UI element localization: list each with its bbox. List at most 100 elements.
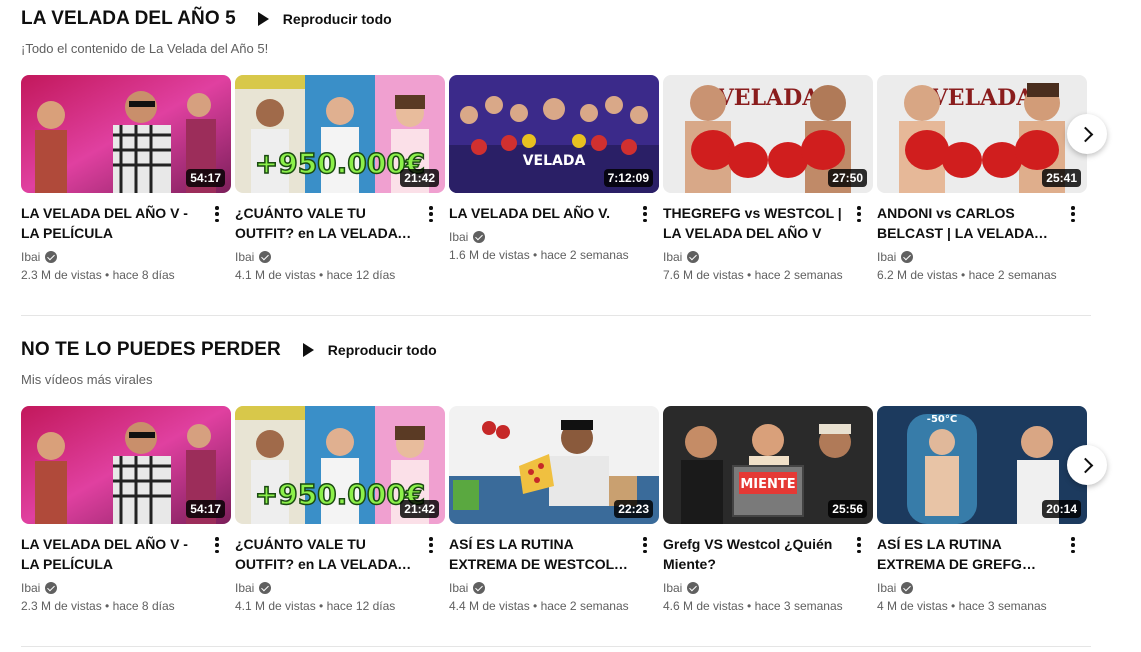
channel-name[interactable]: Ibai bbox=[235, 249, 419, 265]
video-title[interactable]: ¿CUÁNTO VALE TU OUTFIT? en LA VELADA DEL… bbox=[235, 534, 419, 574]
shelf-title[interactable]: LA VELADA DEL AÑO 5 bbox=[21, 8, 236, 30]
shelf-divider bbox=[21, 646, 1091, 647]
video-card[interactable]: VELADA 27:50 THEGREFG vs WESTCOL | LA VE… bbox=[663, 75, 873, 284]
more-vert-icon[interactable] bbox=[637, 535, 653, 555]
verified-check-icon bbox=[473, 231, 486, 243]
video-thumbnail[interactable]: VELADA 7:12:09 bbox=[449, 75, 659, 193]
chevron-right-icon bbox=[1077, 457, 1093, 473]
video-row: 54:17 LA VELADA DEL AÑO V - LA PELÍCULA … bbox=[21, 75, 1107, 287]
svg-text:VELADA: VELADA bbox=[930, 85, 1034, 111]
video-duration: 27:50 bbox=[828, 169, 867, 187]
video-thumbnail[interactable]: +950.000€ 21:42 bbox=[235, 406, 445, 524]
verified-check-icon bbox=[259, 582, 272, 594]
video-stats: 4.6 M de vistas • hace 3 semanas bbox=[663, 599, 843, 613]
shelf-subtitle: ¡Todo el contenido de La Velada del Año … bbox=[21, 41, 269, 56]
video-thumbnail[interactable]: +950.000€ 21:42 bbox=[235, 75, 445, 193]
svg-text:MIENTE: MIENTE bbox=[740, 477, 795, 492]
video-thumbnail[interactable]: 54:17 bbox=[21, 406, 231, 524]
channel-name[interactable]: Ibai bbox=[21, 580, 205, 596]
video-duration: 20:14 bbox=[1042, 500, 1081, 518]
more-vert-icon[interactable] bbox=[851, 535, 867, 555]
video-duration: 21:42 bbox=[400, 500, 439, 518]
next-button[interactable] bbox=[1067, 445, 1107, 485]
more-vert-icon[interactable] bbox=[851, 204, 867, 224]
channel-name[interactable]: Ibai bbox=[449, 229, 633, 245]
video-title[interactable]: ANDONI vs CARLOS BELCAST | LA VELADA DEL… bbox=[877, 203, 1061, 243]
verified-check-icon bbox=[45, 251, 58, 263]
video-thumbnail[interactable]: MIENTE 25:56 bbox=[663, 406, 873, 524]
video-row: 54:17 LA VELADA DEL AÑO V - LA PELÍCULA … bbox=[21, 406, 1107, 618]
video-card[interactable]: -50°C 20:14 ASÍ ES LA RUTINA EXTREMA DE … bbox=[877, 406, 1087, 615]
video-duration: 25:41 bbox=[1042, 169, 1081, 187]
shelf-la-velada: LA VELADA DEL AÑO 5 Reproducir todo ¡Tod… bbox=[21, 7, 1107, 287]
video-title[interactable]: LA VELADA DEL AÑO V - LA PELÍCULA bbox=[21, 203, 205, 243]
video-thumbnail[interactable]: 54:17 bbox=[21, 75, 231, 193]
video-thumbnail[interactable]: 22:23 bbox=[449, 406, 659, 524]
video-stats: 2.3 M de vistas • hace 8 días bbox=[21, 268, 175, 282]
play-icon bbox=[302, 343, 314, 357]
video-title[interactable]: LA VELADA DEL AÑO V - LA PELÍCULA bbox=[21, 534, 205, 574]
svg-text:VELADA: VELADA bbox=[523, 153, 586, 169]
channel-name[interactable]: Ibai bbox=[663, 249, 847, 265]
more-vert-icon[interactable] bbox=[209, 535, 225, 555]
more-vert-icon[interactable] bbox=[637, 204, 653, 224]
video-title[interactable]: ASÍ ES LA RUTINA EXTREMA DE GREFG PARA L… bbox=[877, 534, 1061, 574]
video-card[interactable]: +950.000€ 21:42 ¿CUÁNTO VALE TU OUTFIT? … bbox=[235, 75, 445, 284]
video-stats: 4.1 M de vistas • hace 12 días bbox=[235, 268, 396, 282]
video-duration: 25:56 bbox=[828, 500, 867, 518]
channel-name[interactable]: Ibai bbox=[449, 580, 633, 596]
video-thumbnail[interactable]: VELADA 25:41 bbox=[877, 75, 1087, 193]
chevron-right-icon bbox=[1077, 126, 1093, 142]
video-title[interactable]: ASÍ ES LA RUTINA EXTREMA DE WESTCOL PARA… bbox=[449, 534, 633, 574]
video-title[interactable]: LA VELADA DEL AÑO V. bbox=[449, 203, 633, 223]
video-title[interactable]: Grefg VS Westcol ¿Quién Miente? bbox=[663, 534, 847, 574]
more-vert-icon[interactable] bbox=[1065, 535, 1081, 555]
video-thumbnail[interactable]: -50°C 20:14 bbox=[877, 406, 1087, 524]
shelf-no-te-lo-puedes-perder: NO TE LO PUEDES PERDER Reproducir todo M… bbox=[21, 338, 1107, 618]
video-stats: 4.4 M de vistas • hace 2 semanas bbox=[449, 599, 629, 613]
video-thumbnail[interactable]: VELADA 27:50 bbox=[663, 75, 873, 193]
channel-name[interactable]: Ibai bbox=[21, 249, 205, 265]
video-card[interactable]: +950.000€ 21:42 ¿CUÁNTO VALE TU OUTFIT? … bbox=[235, 406, 445, 615]
video-duration: 21:42 bbox=[400, 169, 439, 187]
more-vert-icon[interactable] bbox=[209, 204, 225, 224]
video-title[interactable]: THEGREFG vs WESTCOL | LA VELADA DEL AÑO … bbox=[663, 203, 847, 243]
shelf-subtitle: Mis vídeos más virales bbox=[21, 372, 153, 387]
channel-name[interactable]: Ibai bbox=[877, 580, 1061, 596]
svg-text:VELADA: VELADA bbox=[716, 85, 820, 111]
video-card[interactable]: 54:17 LA VELADA DEL AÑO V - LA PELÍCULA … bbox=[21, 406, 231, 615]
verified-check-icon bbox=[901, 251, 914, 263]
shelf-title[interactable]: NO TE LO PUEDES PERDER bbox=[21, 339, 281, 361]
video-card[interactable]: VELADA 25:41 ANDONI vs CARLOS BELCAST | … bbox=[877, 75, 1087, 284]
play-icon bbox=[257, 12, 269, 26]
channel-name[interactable]: Ibai bbox=[877, 249, 1061, 265]
play-all-label: Reproducir todo bbox=[327, 342, 437, 358]
more-vert-icon[interactable] bbox=[1065, 204, 1081, 224]
video-duration: 54:17 bbox=[186, 169, 225, 187]
verified-check-icon bbox=[901, 582, 914, 594]
svg-text:-50°C: -50°C bbox=[927, 414, 957, 425]
video-card[interactable]: VELADA 7:12:09 LA VELADA DEL AÑO V. Ibai… bbox=[449, 75, 659, 264]
video-stats: 7.6 M de vistas • hace 2 semanas bbox=[663, 268, 843, 282]
shelf-divider bbox=[21, 315, 1091, 316]
more-vert-icon[interactable] bbox=[423, 204, 439, 224]
video-card[interactable]: 54:17 LA VELADA DEL AÑO V - LA PELÍCULA … bbox=[21, 75, 231, 284]
video-title[interactable]: ¿CUÁNTO VALE TU OUTFIT? en LA VELADA DEL… bbox=[235, 203, 419, 243]
channel-name[interactable]: Ibai bbox=[663, 580, 847, 596]
verified-check-icon bbox=[45, 582, 58, 594]
video-duration: 7:12:09 bbox=[603, 169, 653, 187]
video-duration: 22:23 bbox=[614, 500, 653, 518]
play-all-button[interactable]: Reproducir todo bbox=[257, 11, 392, 27]
video-card[interactable]: 22:23 ASÍ ES LA RUTINA EXTREMA DE WESTCO… bbox=[449, 406, 659, 615]
video-stats: 1.6 M de vistas • hace 2 semanas bbox=[449, 248, 629, 262]
video-duration: 54:17 bbox=[186, 500, 225, 518]
more-vert-icon[interactable] bbox=[423, 535, 439, 555]
next-button[interactable] bbox=[1067, 114, 1107, 154]
channel-name[interactable]: Ibai bbox=[235, 580, 419, 596]
video-card[interactable]: MIENTE 25:56 Grefg VS Westcol ¿Quién Mie… bbox=[663, 406, 873, 615]
play-all-button[interactable]: Reproducir todo bbox=[302, 342, 437, 358]
verified-check-icon bbox=[259, 251, 272, 263]
play-all-label: Reproducir todo bbox=[282, 11, 392, 27]
video-stats: 4.1 M de vistas • hace 12 días bbox=[235, 599, 396, 613]
verified-check-icon bbox=[687, 251, 700, 263]
